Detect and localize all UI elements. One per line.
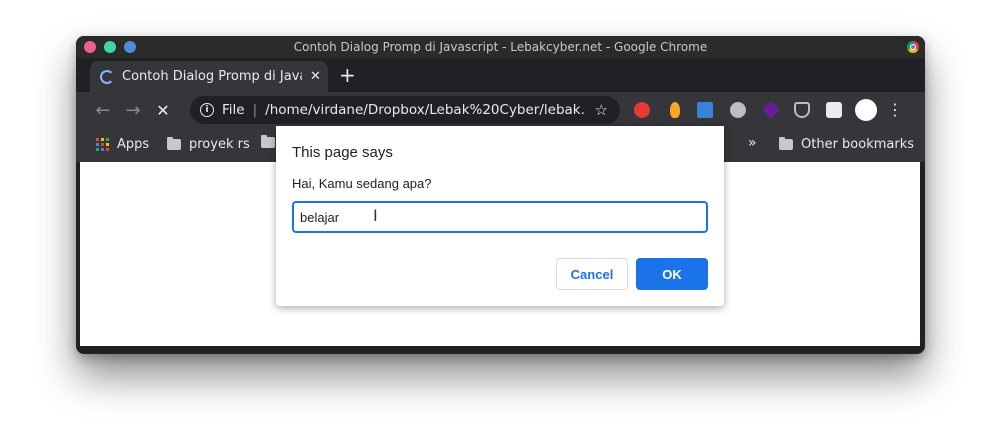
folder-icon — [779, 137, 793, 150]
window-title: Contoh Dialog Promp di Javascript - Leba… — [293, 40, 708, 54]
stop-button[interactable]: ✕ — [148, 101, 178, 120]
dialog-message: Hai, Kamu sedang apa? — [292, 176, 432, 191]
menu-icon[interactable]: ⋮ — [887, 100, 903, 119]
puzzle-icon[interactable] — [826, 102, 842, 118]
close-icon[interactable]: ✕ — [310, 69, 321, 84]
prompt-input[interactable] — [292, 201, 708, 233]
minimize-window-button[interactable] — [104, 41, 116, 53]
title-bar: Contoh Dialog Promp di Javascript - Leba… — [76, 36, 925, 58]
bookmark-other-label: Other bookmarks — [801, 137, 915, 152]
bookmark-star-icon[interactable]: ☆ — [595, 101, 608, 119]
bookmark-apps[interactable]: Apps — [96, 137, 149, 152]
bulb-extension-icon[interactable] — [670, 102, 680, 118]
stop-extension-icon[interactable] — [634, 102, 650, 118]
diamond-extension-icon[interactable] — [761, 100, 781, 120]
loading-spinner-icon — [100, 69, 114, 84]
url-text[interactable]: /home/virdane/Dropbox/Lebak%20Cyber/leba… — [265, 102, 585, 118]
forward-button[interactable]: → — [118, 100, 148, 121]
prompt-dialog: This page says Hai, Kamu sedang apa? I C… — [276, 126, 724, 306]
folder-icon — [167, 137, 181, 150]
tab-title: Contoh Dialog Promp di Javascript — [122, 69, 302, 84]
pocket-icon[interactable] — [794, 102, 810, 118]
bookmarks-overflow-button[interactable]: » — [748, 135, 757, 151]
tab-strip: Contoh Dialog Promp di Javascript ✕ + — [76, 58, 925, 92]
close-window-button[interactable] — [84, 41, 96, 53]
toolbar: ← → ✕ i File | /home/virdane/Dropbox/Leb… — [76, 92, 925, 128]
note-extension-icon[interactable] — [697, 102, 713, 118]
maximize-window-button[interactable] — [124, 41, 136, 53]
chrome-icon — [907, 41, 919, 53]
bookmark-other[interactable]: Other bookmarks — [779, 137, 914, 152]
file-scheme-label: File — [222, 102, 245, 118]
bookmark-apps-label: Apps — [117, 137, 150, 152]
new-tab-button[interactable]: + — [339, 65, 356, 85]
ok-button[interactable]: OK — [636, 258, 708, 290]
address-bar[interactable]: i File | /home/virdane/Dropbox/Lebak%20C… — [190, 96, 620, 124]
text-cursor-icon: I — [373, 206, 378, 225]
bookmark-folder-proyek-rs[interactable]: proyek rs — [167, 137, 250, 152]
dialog-title: This page says — [292, 144, 393, 161]
tab-active[interactable]: Contoh Dialog Promp di Javascript ✕ — [90, 61, 328, 92]
back-button[interactable]: ← — [88, 100, 118, 121]
address-separator: | — [252, 102, 258, 118]
info-icon[interactable]: i — [200, 103, 214, 117]
folder-icon — [261, 135, 275, 148]
apps-grid-icon — [96, 138, 109, 151]
disk-extension-icon[interactable] — [730, 102, 746, 118]
bookmark-folder-label: proyek rs — [189, 137, 250, 152]
window-controls — [84, 41, 136, 53]
profile-avatar[interactable] — [855, 99, 877, 121]
bookmark-folder-hidden[interactable] — [261, 135, 275, 148]
cancel-button[interactable]: Cancel — [556, 258, 628, 290]
